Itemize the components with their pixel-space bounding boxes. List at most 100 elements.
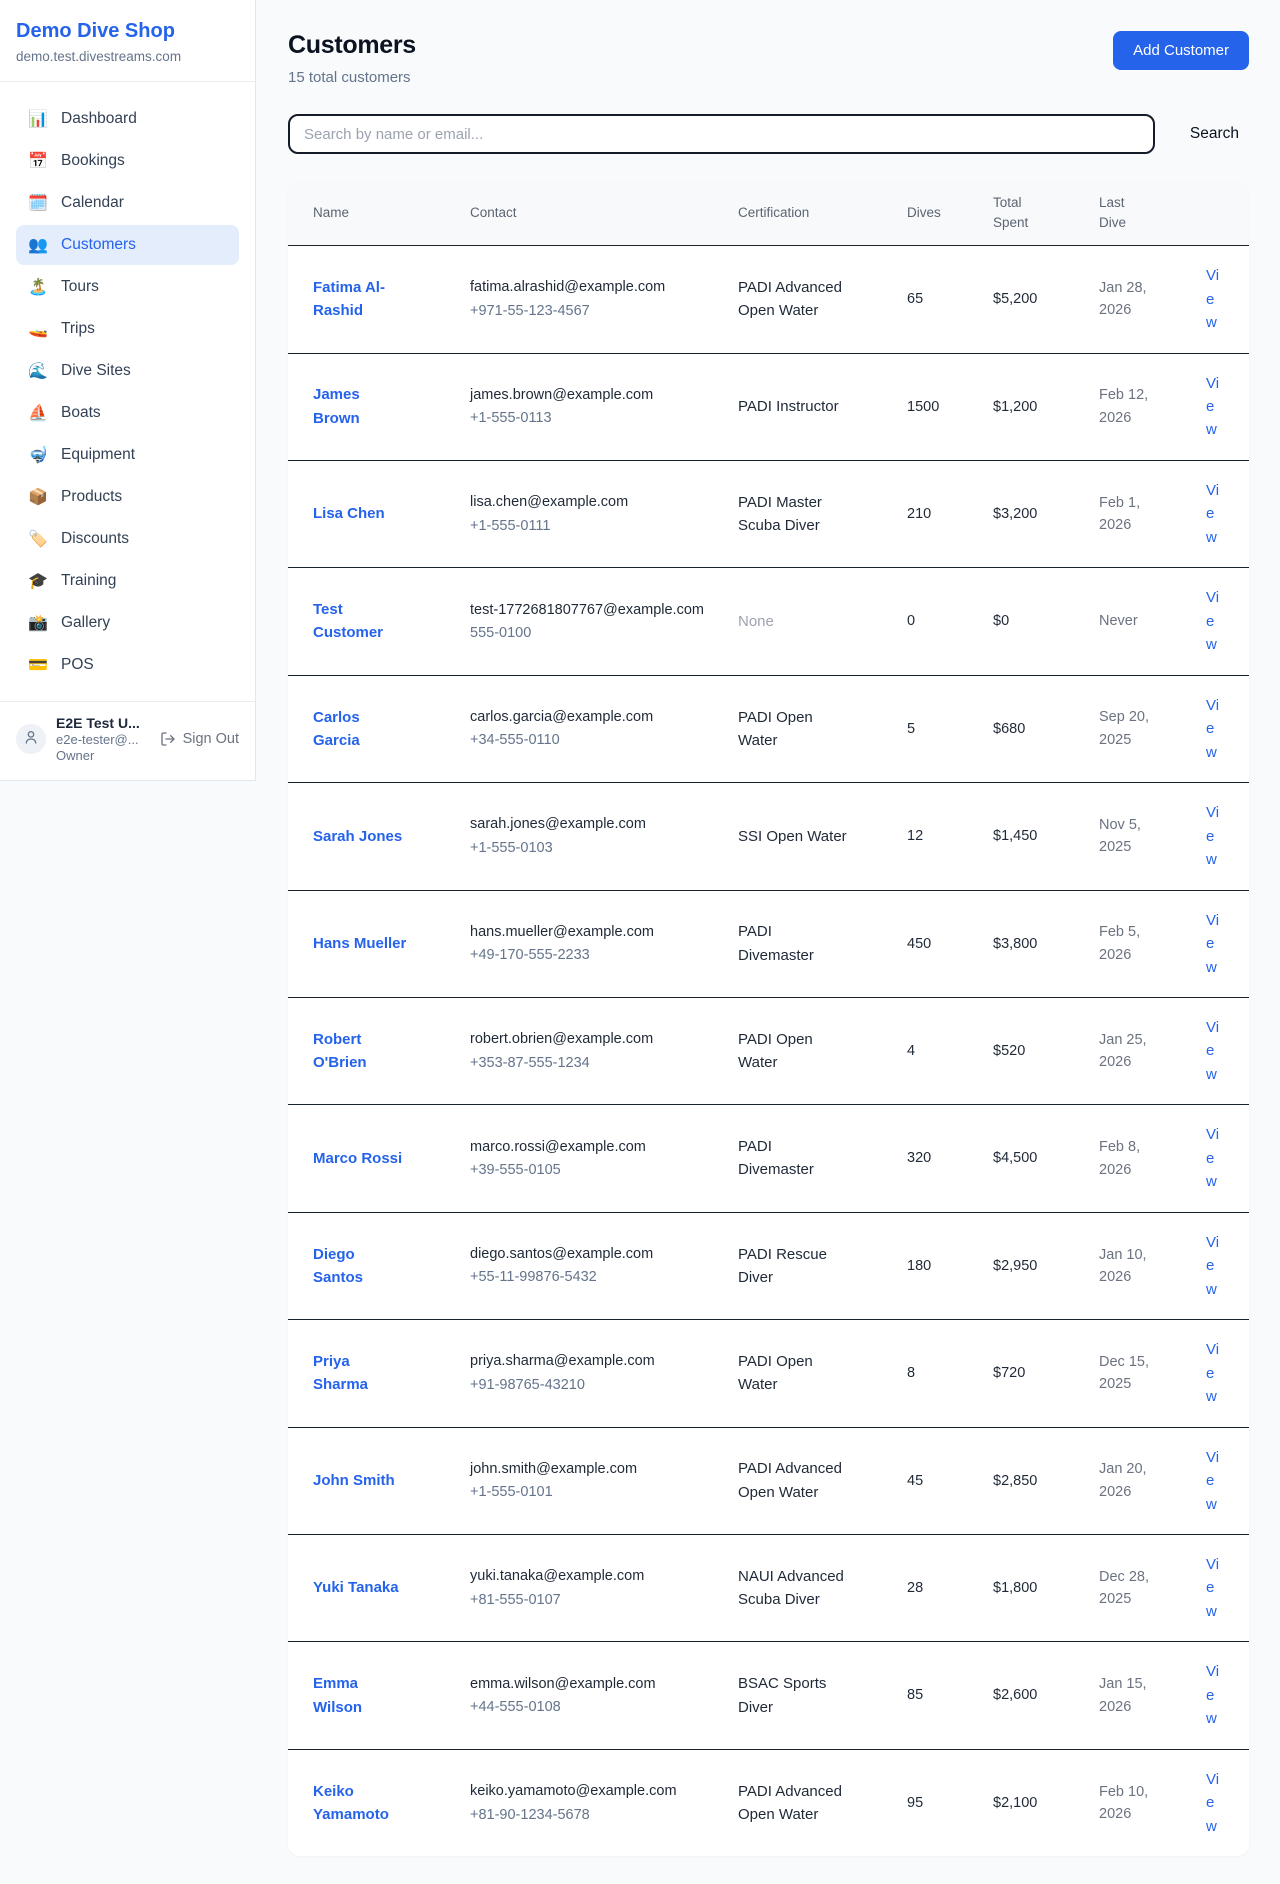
view-customer-link[interactable]: View [1206, 589, 1219, 653]
view-customer-link[interactable]: View [1206, 1449, 1219, 1513]
camera-flash-icon: 📸 [28, 613, 48, 633]
customer-dives: 0 [895, 568, 981, 675]
view-customer-link[interactable]: View [1206, 1126, 1219, 1190]
customer-certification: NAUI Advanced Scuba Diver [738, 1565, 850, 1612]
customer-phone: +49-170-555-2233 [470, 944, 714, 966]
view-customer-link[interactable]: View [1206, 1556, 1219, 1620]
customer-name-link[interactable]: Yuki Tanaka [313, 1576, 399, 1599]
customer-certification: PADI Open Water [738, 1350, 850, 1397]
view-customer-link[interactable]: View [1206, 697, 1219, 761]
sidebar-item-boats[interactable]: ⛵ Boats [16, 393, 239, 433]
table-row: Keiko Yamamoto keiko.yamamoto@example.co… [288, 1749, 1249, 1856]
customer-total-spent: $520 [981, 997, 1087, 1104]
view-customer-link[interactable]: View [1206, 375, 1219, 439]
customer-phone: +971-55-123-4567 [470, 300, 714, 322]
sidebar-item-dive-sites[interactable]: 🌊 Dive Sites [16, 351, 239, 391]
customer-last-dive: Nov 5, 2025 [1099, 814, 1159, 859]
view-customer-link[interactable]: View [1206, 482, 1219, 546]
col-header-name: Name [288, 180, 458, 246]
customer-email: sarah.jones@example.com [470, 813, 714, 835]
col-header-last-dive: Last Dive [1087, 180, 1194, 246]
customer-certification: PADI Divemaster [738, 920, 850, 967]
view-customer-link[interactable]: View [1206, 1019, 1219, 1083]
sidebar-item-calendar[interactable]: 🗓️ Calendar [16, 183, 239, 223]
customer-name-link[interactable]: Marco Rossi [313, 1147, 402, 1170]
view-customer-link[interactable]: View [1206, 1341, 1219, 1405]
customer-name-link[interactable]: Hans Mueller [313, 932, 406, 955]
customer-name-link[interactable]: Diego Santos [313, 1243, 407, 1290]
customer-total-spent: $3,200 [981, 460, 1087, 567]
user-name: E2E Test U... [56, 715, 150, 731]
view-customer-link[interactable]: View [1206, 804, 1219, 868]
customer-email: james.brown@example.com [470, 384, 714, 406]
customer-name-link[interactable]: Robert O'Brien [313, 1028, 407, 1075]
customer-phone: +39-555-0105 [470, 1159, 714, 1181]
customer-name-link[interactable]: Priya Sharma [313, 1350, 407, 1397]
table-row: John Smith john.smith@example.com +1-555… [288, 1427, 1249, 1534]
water-wave-icon: 🌊 [28, 361, 48, 381]
view-customer-link[interactable]: View [1206, 267, 1219, 331]
customer-name-link[interactable]: Carlos Garcia [313, 706, 407, 753]
sidebar-item-customers[interactable]: 👥 Customers [16, 225, 239, 265]
customer-email: hans.mueller@example.com [470, 921, 714, 943]
sidebar-item-bookings[interactable]: 📅 Bookings [16, 141, 239, 181]
customer-certification: PADI Instructor [738, 395, 839, 418]
table-row: Hans Mueller hans.mueller@example.com +4… [288, 890, 1249, 997]
customer-email: emma.wilson@example.com [470, 1673, 714, 1695]
view-customer-link[interactable]: View [1206, 1771, 1219, 1835]
customer-name-link[interactable]: Sarah Jones [313, 825, 402, 848]
customer-name-link[interactable]: Lisa Chen [313, 502, 385, 525]
sidebar-item-equipment[interactable]: 🤿 Equipment [16, 435, 239, 475]
customer-name-link[interactable]: Test Customer [313, 598, 407, 645]
customer-email: keiko.yamamoto@example.com [470, 1780, 714, 1802]
sidebar-item-trips[interactable]: 🚤 Trips [16, 309, 239, 349]
page-title: Customers [288, 31, 416, 60]
customer-name-link[interactable]: Emma Wilson [313, 1672, 407, 1719]
customer-email: lisa.chen@example.com [470, 491, 714, 513]
search-button[interactable]: Search [1180, 117, 1249, 151]
customer-total-spent: $2,950 [981, 1212, 1087, 1319]
col-header-contact: Contact [458, 180, 726, 246]
customer-name-link[interactable]: James Brown [313, 383, 407, 430]
page-header: Customers 15 total customers Add Custome… [288, 31, 1249, 86]
customers-table: Name Contact Certification Dives Total S… [288, 180, 1249, 1856]
customer-email: carlos.garcia@example.com [470, 706, 714, 728]
customer-name-link[interactable]: Keiko Yamamoto [313, 1780, 407, 1827]
sidebar-item-training[interactable]: 🎓 Training [16, 561, 239, 601]
search-input[interactable] [288, 114, 1155, 154]
customer-last-dive: Jan 28, 2026 [1099, 277, 1159, 322]
speedboat-icon: 🚤 [28, 319, 48, 339]
sidebar-item-discounts[interactable]: 🏷️ Discounts [16, 519, 239, 559]
diving-mask-icon: 🤿 [28, 445, 48, 465]
table-row: Emma Wilson emma.wilson@example.com +44-… [288, 1642, 1249, 1749]
sidebar-item-gallery[interactable]: 📸 Gallery [16, 603, 239, 643]
sidebar-item-tours[interactable]: 🏝️ Tours [16, 267, 239, 307]
customer-dives: 4 [895, 997, 981, 1104]
table-row: Robert O'Brien robert.obrien@example.com… [288, 997, 1249, 1104]
view-customer-link[interactable]: View [1206, 912, 1219, 976]
customer-total-spent: $2,850 [981, 1427, 1087, 1534]
customer-certification: PADI Divemaster [738, 1135, 850, 1182]
add-customer-button[interactable]: Add Customer [1113, 31, 1249, 70]
customer-phone: 555-0100 [470, 622, 714, 644]
customer-last-dive: Feb 5, 2026 [1099, 921, 1159, 966]
customer-dives: 28 [895, 1535, 981, 1642]
customer-total-spent: $1,200 [981, 353, 1087, 460]
sidebar-item-dashboard[interactable]: 📊 Dashboard [16, 99, 239, 139]
sign-out-button[interactable]: Sign Out [160, 731, 239, 747]
view-customer-link[interactable]: View [1206, 1234, 1219, 1298]
customer-total-spent: $1,450 [981, 783, 1087, 890]
customer-total-spent: $5,200 [981, 246, 1087, 353]
customer-total-spent: $2,600 [981, 1642, 1087, 1749]
customer-dives: 1500 [895, 353, 981, 460]
customer-name-link[interactable]: John Smith [313, 1469, 395, 1492]
table-header: Name Contact Certification Dives Total S… [288, 180, 1249, 246]
sidebar-item-pos[interactable]: 💳 POS [16, 645, 239, 685]
sidebar-item-products[interactable]: 📦 Products [16, 477, 239, 517]
customer-last-dive: Feb 8, 2026 [1099, 1136, 1159, 1181]
calendar-date-icon: 📅 [28, 151, 48, 171]
customer-certification: PADI Open Water [738, 1028, 850, 1075]
col-header-dives: Dives [895, 180, 981, 246]
view-customer-link[interactable]: View [1206, 1663, 1219, 1727]
customer-name-link[interactable]: Fatima Al-Rashid [313, 276, 407, 323]
